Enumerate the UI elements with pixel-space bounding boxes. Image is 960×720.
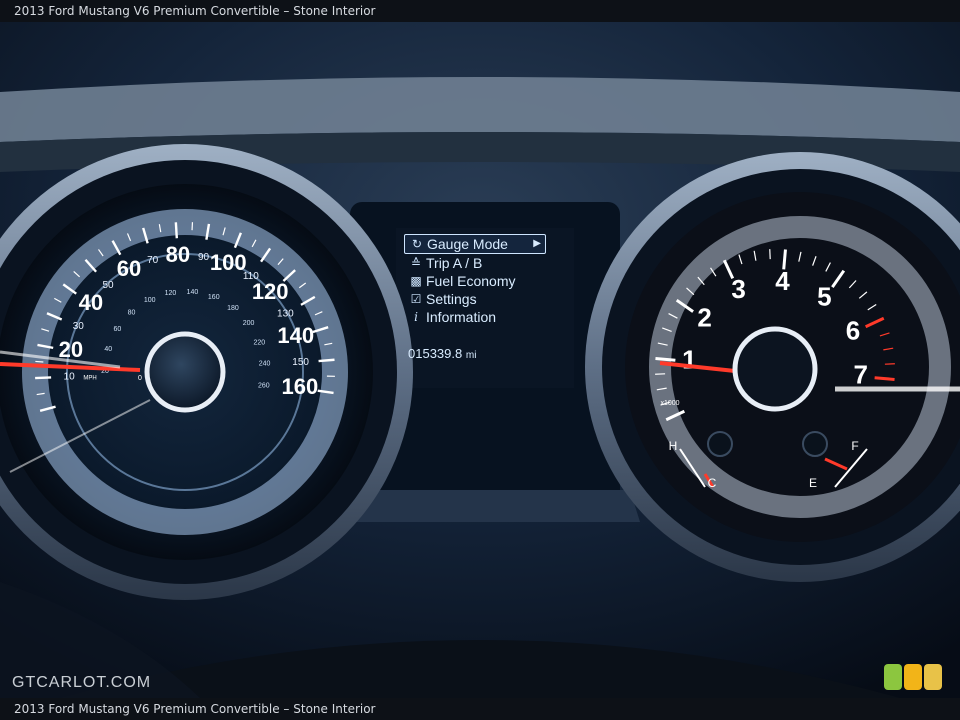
menu-item-label: Fuel Economy (426, 273, 516, 289)
speedo-mph-label: 120 (252, 279, 289, 304)
tach-label: 4 (775, 266, 790, 296)
watermark: GTCARLOT.COM (12, 674, 152, 691)
logo-square-yellow (924, 664, 942, 690)
speedo-kmh-label: 240 (259, 361, 271, 368)
speedo-kmh-label: 40 (104, 346, 112, 353)
odometer-unit: mi (465, 350, 477, 361)
speedo-zero-label: 0 (138, 375, 142, 382)
menu-item-fuel-economy[interactable]: ▩ Fuel Economy (404, 272, 546, 290)
tach-label: 6 (846, 316, 860, 346)
speedo-mph-label: 20 (59, 337, 83, 362)
speedo-mph-label: 140 (277, 323, 314, 348)
speedo-mph-label: 160 (282, 374, 319, 399)
tach-tick (874, 376, 895, 381)
speedo-kmh-label: 80 (128, 309, 136, 316)
speedo-tick (35, 376, 52, 380)
speedo-tick (174, 222, 179, 239)
footer-caption: 2013 Ford Mustang V6 Premium Convertible… (0, 698, 960, 720)
info-icon: i (414, 310, 418, 324)
tach-unit-label: x1000 (660, 400, 679, 407)
menu-item-label: Trip A / B (426, 255, 483, 271)
checkbox-icon: ☑ (410, 292, 422, 306)
speedo-kmh-label: 60 (113, 326, 121, 333)
speedo-mph-label: 40 (79, 290, 103, 315)
tach-hub (732, 326, 818, 412)
speedo-minor-label: 90 (198, 252, 210, 263)
menu-item-information[interactable]: i Information (404, 308, 546, 326)
speedo-unit-label: MPH (83, 376, 96, 382)
speedo-tick (35, 360, 44, 363)
header-caption: 2013 Ford Mustang V6 Premium Convertible… (0, 0, 960, 22)
message-center-menu: ↻ Gauge Mode ▶ ≙ Trip A / B ▩ Fuel Econo… (404, 234, 546, 326)
temp-cold-label: C (708, 476, 717, 490)
speedo-kmh-label: 260 (258, 383, 270, 390)
speedo-mph-label: 60 (117, 256, 141, 281)
tach-label: 7 (853, 359, 867, 389)
tach-label: 2 (697, 303, 711, 333)
speedo-kmh-label: 200 (243, 320, 255, 327)
speedo-kmh-label: 160 (208, 294, 220, 301)
odometer: 015339.8 mi (408, 346, 476, 361)
logo-square-green (884, 664, 902, 690)
fuel-pump-icon: ▩ (410, 274, 422, 288)
menu-item-label: Information (426, 309, 497, 325)
speedo-hub (144, 331, 226, 413)
speedo-minor-label: 110 (243, 271, 259, 282)
temp-hot-label: H (669, 439, 678, 453)
speedo-kmh-label: 180 (227, 305, 239, 312)
speedo-mph-label: 80 (166, 242, 190, 267)
menu-item-label: Gauge Mode (427, 236, 508, 252)
speedo-mph-label: 100 (210, 250, 247, 275)
menu-item-label: Settings (426, 291, 477, 307)
speedo-kmh-label: 220 (254, 339, 266, 346)
speedo-minor-label: 50 (102, 280, 114, 291)
tach-label: 3 (731, 274, 745, 304)
menu-item-gauge-mode[interactable]: ↻ Gauge Mode ▶ (404, 234, 546, 254)
tach-tick (655, 357, 676, 362)
speedo-tick (318, 358, 335, 363)
speedo-minor-label: 70 (147, 255, 159, 266)
warning-light-left (707, 431, 733, 457)
menu-item-trip[interactable]: ≙ Trip A / B (404, 254, 546, 272)
gauge-icon: ↻ (411, 237, 423, 251)
tach-label: 5 (817, 281, 831, 311)
odometer-value: 015339.8 (408, 346, 463, 361)
fuel-full-label: F (851, 439, 858, 453)
speedo-kmh-label: 140 (187, 289, 199, 296)
speedo-minor-label: 30 (73, 321, 85, 332)
speedo-minor-label: 150 (292, 357, 309, 368)
cluster-drawing: 20406080 10012014016010305070 901101301502… (0, 22, 960, 698)
warning-light-right (802, 431, 828, 457)
trip-icon: ≙ (410, 256, 422, 270)
logo-squares (884, 664, 942, 690)
speedo-kmh-label: 100 (144, 297, 156, 304)
fuel-empty-label: E (809, 476, 817, 490)
speedo-minor-label: 10 (64, 371, 76, 382)
menu-item-settings[interactable]: ☑ Settings (404, 290, 546, 308)
speedo-minor-label: 130 (277, 309, 294, 320)
instrument-cluster-photo: 20 40 60 80 100 120 140 160 10 30 50 70 90 110 130 150 2… (0, 22, 960, 698)
chevron-right-icon: ▶ (533, 238, 541, 249)
tach-label: 1 (682, 344, 696, 374)
speedo-kmh-label: 120 (165, 290, 177, 297)
logo-square-orange (904, 664, 922, 690)
